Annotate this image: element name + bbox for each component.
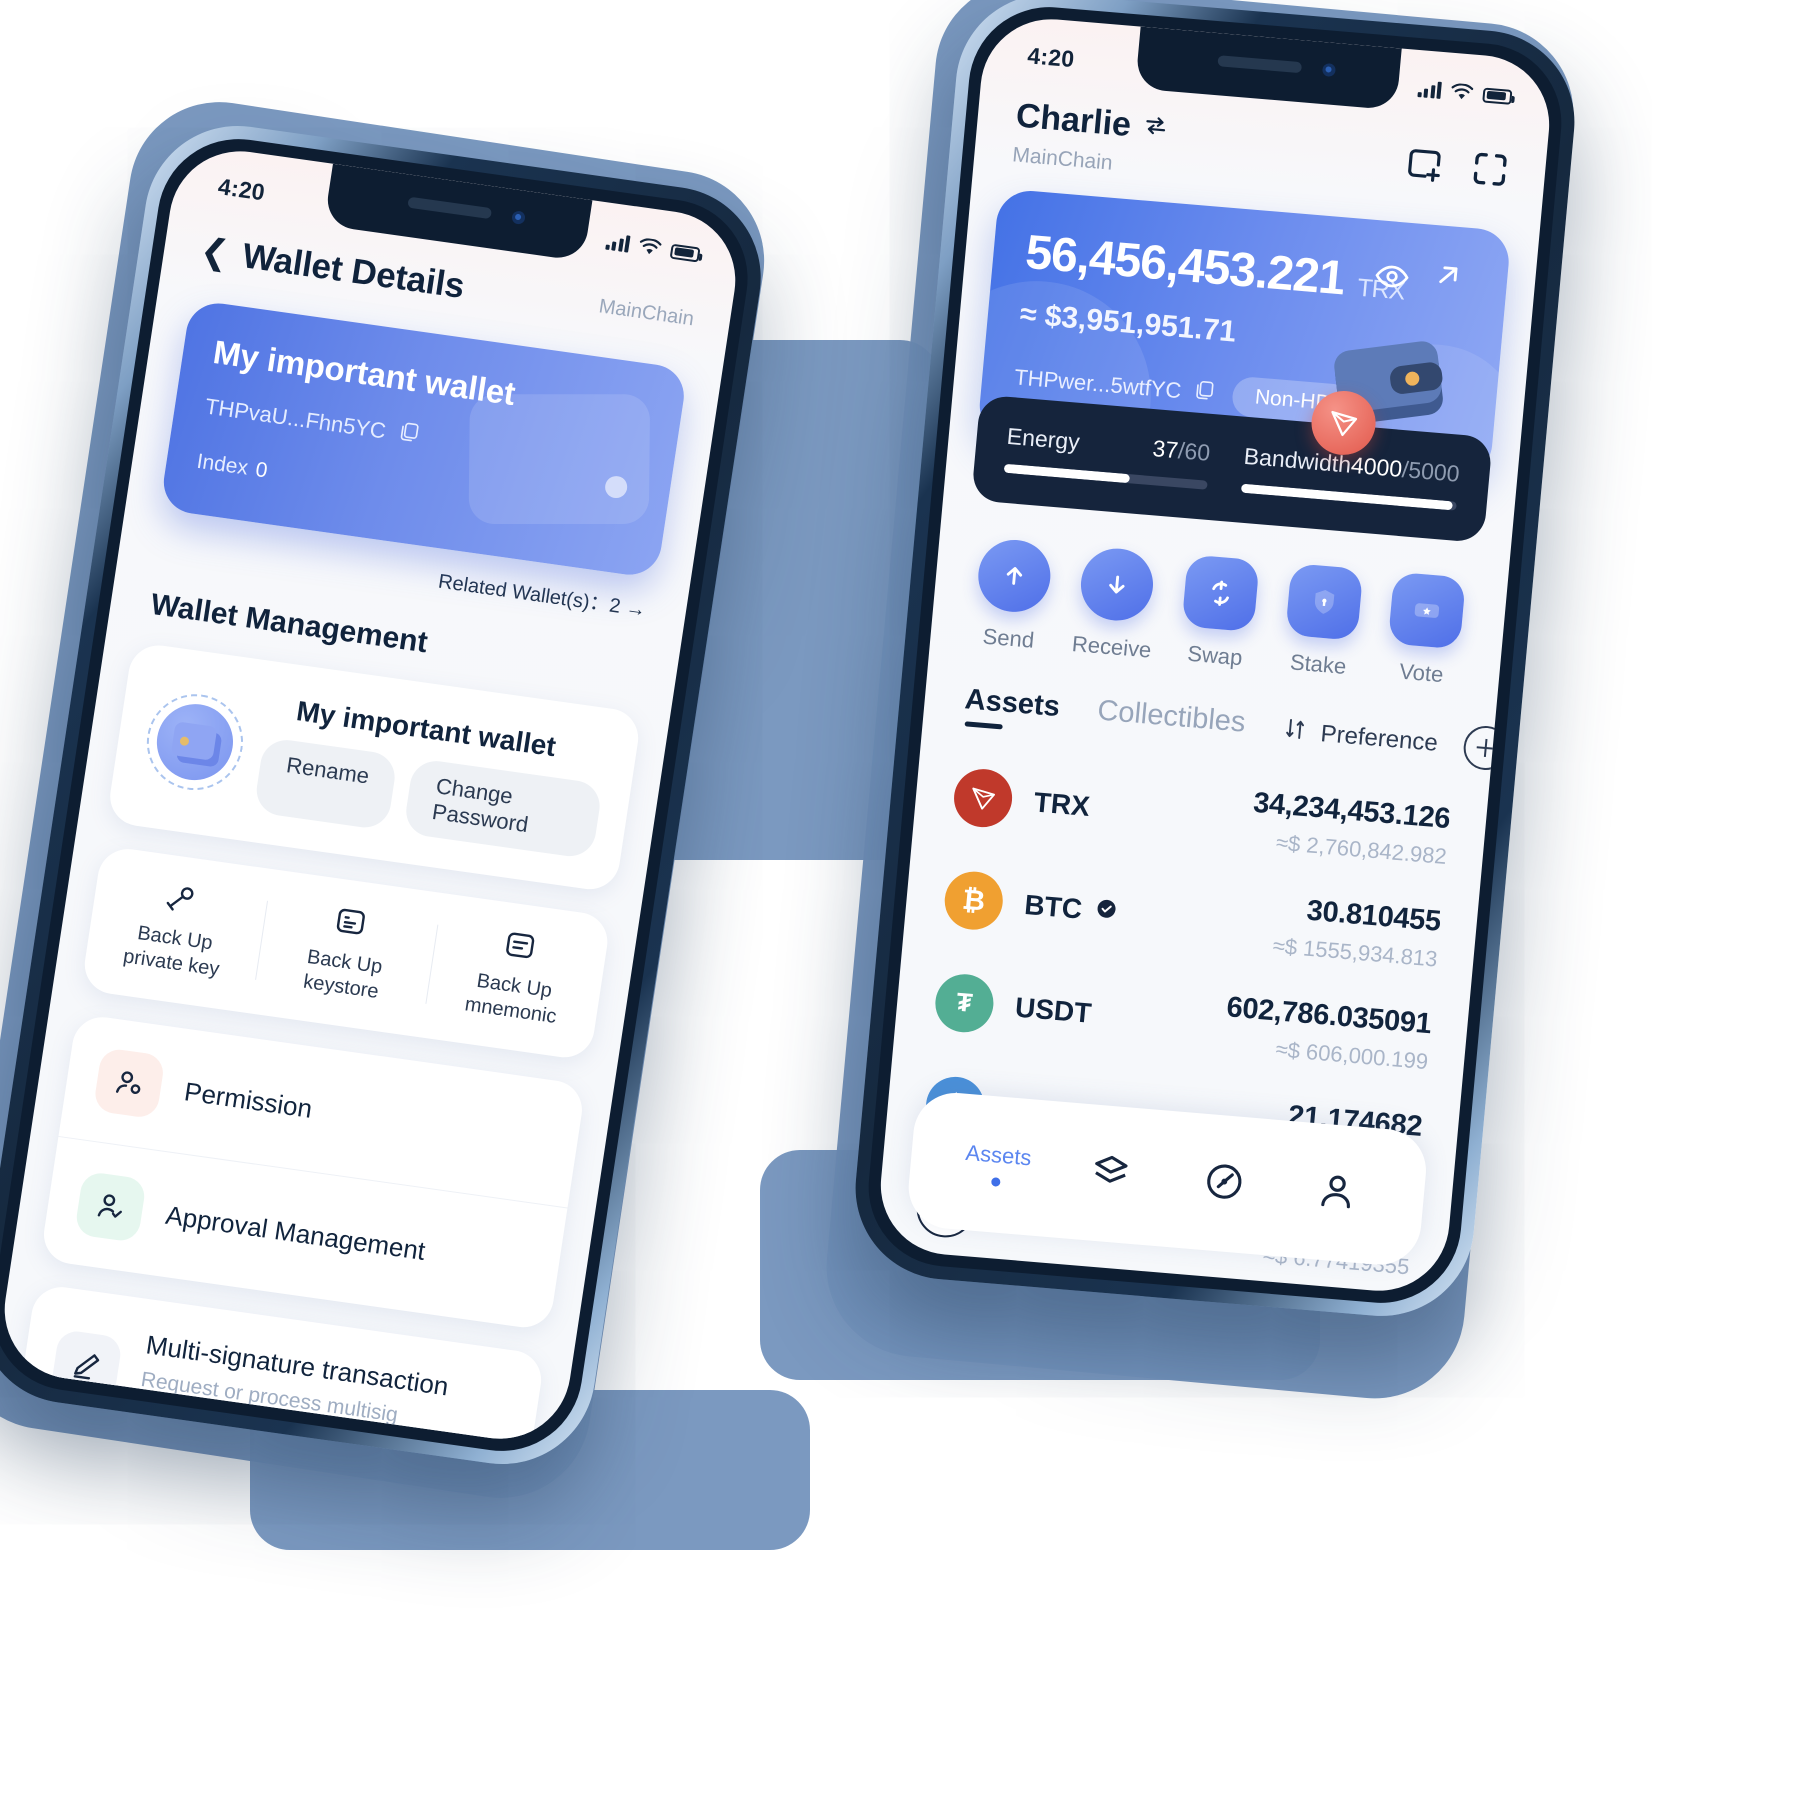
- menu-item-approval-title: Approval Management: [163, 1199, 428, 1266]
- action-stake[interactable]: Stake: [1265, 562, 1378, 682]
- speaker-icon: [407, 196, 493, 220]
- back-icon[interactable]: ❮: [198, 231, 232, 273]
- wallet-index-value: 0: [254, 458, 270, 483]
- bitcoin-coin-icon: ₿: [942, 868, 1006, 932]
- signal-icon: [604, 232, 631, 253]
- wallet-address: THPvaU...Fhn5YC: [203, 393, 388, 444]
- asset-usd: ≈$ 2,760,842.982: [1275, 829, 1448, 870]
- status-time: 4:20: [1026, 41, 1076, 72]
- wallet-avatar-icon: [140, 687, 250, 797]
- wifi-icon: [637, 237, 663, 257]
- wifi-icon: [1449, 82, 1474, 101]
- arrow-up-icon: [975, 537, 1054, 615]
- resource-energy[interactable]: Energy 37/60: [1003, 422, 1212, 490]
- rename-button[interactable]: Rename: [253, 736, 399, 831]
- resource-bandwidth-bar: [1240, 483, 1457, 511]
- account-block[interactable]: Charlie MainChain: [1011, 97, 1170, 181]
- status-time: 4:20: [216, 172, 267, 205]
- resource-energy-label: Energy: [1005, 422, 1081, 455]
- asset-amount: 30.810455: [1305, 894, 1443, 938]
- action-send[interactable]: Send: [956, 536, 1069, 656]
- wallet-card-illustration: [468, 394, 651, 525]
- menu-item-permission-text: Permission: [182, 1076, 314, 1125]
- copy-icon[interactable]: [395, 419, 421, 450]
- notification-dot: [1495, 726, 1510, 741]
- resource-bandwidth-value: 4000/5000: [1349, 451, 1461, 487]
- asset-symbol: USDT: [1013, 991, 1093, 1029]
- sort-icon[interactable]: [1281, 715, 1310, 750]
- signal-icon: [1416, 80, 1442, 99]
- permission-menu-card: Permission Approval Management: [39, 1013, 587, 1332]
- screen-assets: 4:20 Charlie MainChain 56,456,453.221 TR…: [874, 13, 1556, 1297]
- wallet-row-body: My important wallet Rename Change Passwo…: [253, 691, 610, 860]
- front-camera-icon: [511, 210, 526, 225]
- tron-coin-icon: [951, 766, 1015, 829]
- asset-values: 30.810455 ≈$ 1555,934.813: [1272, 892, 1442, 973]
- action-receive[interactable]: Receive: [1059, 544, 1172, 664]
- permission-icon: [92, 1047, 166, 1120]
- resource-energy-value: 37/60: [1151, 435, 1212, 466]
- asset-amount: 34,234,453.126: [1251, 786, 1452, 836]
- battery-icon: [669, 243, 701, 263]
- arrow-down-icon: [1078, 545, 1157, 624]
- account-name-row[interactable]: Charlie: [1014, 97, 1170, 149]
- backup-keystore-button[interactable]: Back Up keystore: [254, 893, 438, 1012]
- battery-icon: [1482, 86, 1513, 105]
- swap-icon: [1181, 554, 1260, 633]
- wallet-index-label: Index: [195, 449, 250, 480]
- tab-bar-assets[interactable]: Assets: [939, 1138, 1056, 1191]
- verified-icon: [1092, 894, 1119, 928]
- arrow-up-right-icon[interactable]: [1429, 257, 1466, 299]
- header-actions: [1401, 129, 1514, 197]
- layers-icon: [1087, 1155, 1132, 1200]
- scan-qr-icon[interactable]: [1467, 147, 1513, 197]
- preference-label[interactable]: Preference: [1319, 720, 1439, 758]
- backup-private-key-button[interactable]: Back Up private key: [85, 869, 269, 988]
- copy-icon[interactable]: [1192, 378, 1216, 408]
- shield-lock-icon: [1284, 563, 1363, 641]
- phone-bezel: 4:20 Charlie MainChain 56,456,453.221 TR…: [861, 0, 1569, 1310]
- backup-mnemonic-button[interactable]: Back Up mnemonic: [424, 917, 608, 1036]
- action-swap[interactable]: Swap: [1162, 553, 1275, 673]
- add-token-icon[interactable]: [1461, 724, 1510, 772]
- front-camera-icon: [1321, 62, 1337, 78]
- asset-symbol: TRX: [1032, 785, 1092, 822]
- status-icons: [604, 232, 701, 263]
- action-vote[interactable]: Vote: [1369, 570, 1482, 690]
- menu-item-permission-title: Permission: [182, 1075, 315, 1124]
- screenshot-canvas: 4:20 ❮ Wallet Details MainChain My impor…: [0, 0, 1800, 1800]
- resource-energy-bar: [1003, 463, 1208, 490]
- asset-values: 602,786.035091 ≈$ 606,000.199: [1222, 991, 1433, 1075]
- pencil-icon: [50, 1328, 124, 1401]
- asset-values: 34,234,453.126 ≈$ 2,760,842.982: [1249, 787, 1452, 870]
- phone-assets: 4:20 Charlie MainChain 56,456,453.221 TR…: [847, 0, 1583, 1324]
- asset-usd: ≈$ 1555,934.813: [1271, 932, 1439, 972]
- tether-coin-icon: ₮: [932, 971, 996, 1035]
- tab-bar-profile[interactable]: [1278, 1164, 1396, 1222]
- menu-item-approval-text: Approval Management: [164, 1199, 428, 1266]
- asset-symbol: BTC: [1023, 889, 1119, 929]
- asset-values: 692.418878222498 ≈$ 13.5483871: [1154, 1296, 1405, 1297]
- chain-label: MainChain: [1011, 143, 1114, 175]
- tab-assets[interactable]: Assets: [963, 683, 1062, 734]
- add-wallet-icon[interactable]: [1401, 141, 1447, 191]
- switch-account-icon[interactable]: [1141, 107, 1170, 148]
- change-password-button[interactable]: Change Password: [402, 757, 604, 860]
- profile-icon: [1313, 1175, 1358, 1219]
- page-title: Wallet Details: [239, 236, 467, 306]
- status-icons: [1416, 80, 1513, 105]
- speaker-icon: [1217, 55, 1303, 74]
- chain-label: MainChain: [597, 294, 696, 330]
- tab-bar-layers[interactable]: [1052, 1145, 1170, 1203]
- account-name: Charlie: [1014, 96, 1133, 145]
- tab-bar-assets-label: Assets: [964, 1139, 1033, 1171]
- active-dot: [991, 1177, 1001, 1187]
- approval-icon: [74, 1170, 147, 1243]
- asset-amount: 692.418878222498: [1158, 1296, 1405, 1297]
- tab-bar-explore[interactable]: [1165, 1154, 1283, 1212]
- resource-energy-top: Energy 37/60: [1005, 422, 1212, 467]
- explore-icon: [1200, 1163, 1245, 1209]
- ticket-icon: [1387, 571, 1467, 650]
- eye-icon[interactable]: [1371, 256, 1413, 302]
